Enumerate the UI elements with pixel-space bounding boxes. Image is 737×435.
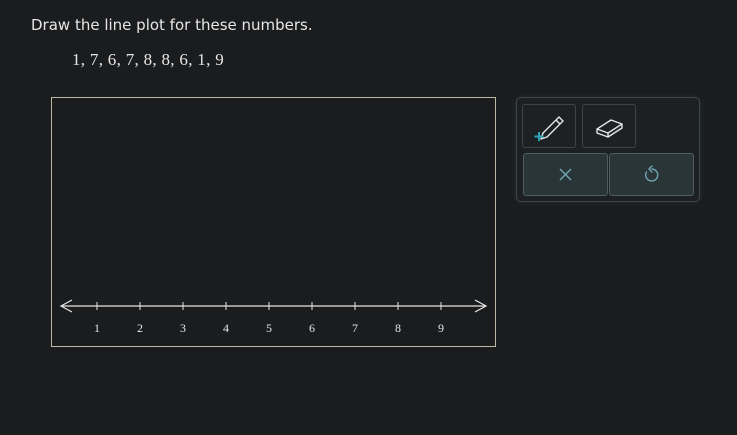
- eraser-icon: [596, 119, 623, 138]
- pen-tool-button[interactable]: [522, 104, 576, 148]
- line-plot-canvas[interactable]: 1 2 3 4 5 6 7 8 9: [51, 97, 496, 347]
- tick-label: 5: [266, 321, 272, 335]
- tick-label: 6: [309, 321, 315, 335]
- undo-icon: [645, 165, 659, 182]
- tick-label: 2: [137, 321, 143, 335]
- drawing-toolbox: [516, 97, 700, 202]
- tick-label: 7: [352, 321, 358, 335]
- tick-label: 8: [395, 321, 401, 335]
- number-list: 1, 7, 6, 7, 8, 8, 6, 1, 9: [72, 50, 224, 69]
- close-icon: [559, 168, 572, 181]
- undo-button[interactable]: [609, 153, 694, 196]
- instruction-text: Draw the line plot for these numbers.: [31, 16, 313, 34]
- tick-label: 1: [94, 321, 100, 335]
- tick-label: 4: [223, 321, 229, 335]
- pencil-icon: [534, 116, 564, 141]
- tick-label: 9: [438, 321, 444, 335]
- number-line: 1 2 3 4 5 6 7 8 9: [59, 299, 488, 335]
- clear-button[interactable]: [523, 153, 608, 196]
- eraser-tool-button[interactable]: [582, 104, 636, 148]
- tick-group: 1 2 3 4 5 6 7 8 9: [94, 302, 444, 335]
- tick-label: 3: [180, 321, 186, 335]
